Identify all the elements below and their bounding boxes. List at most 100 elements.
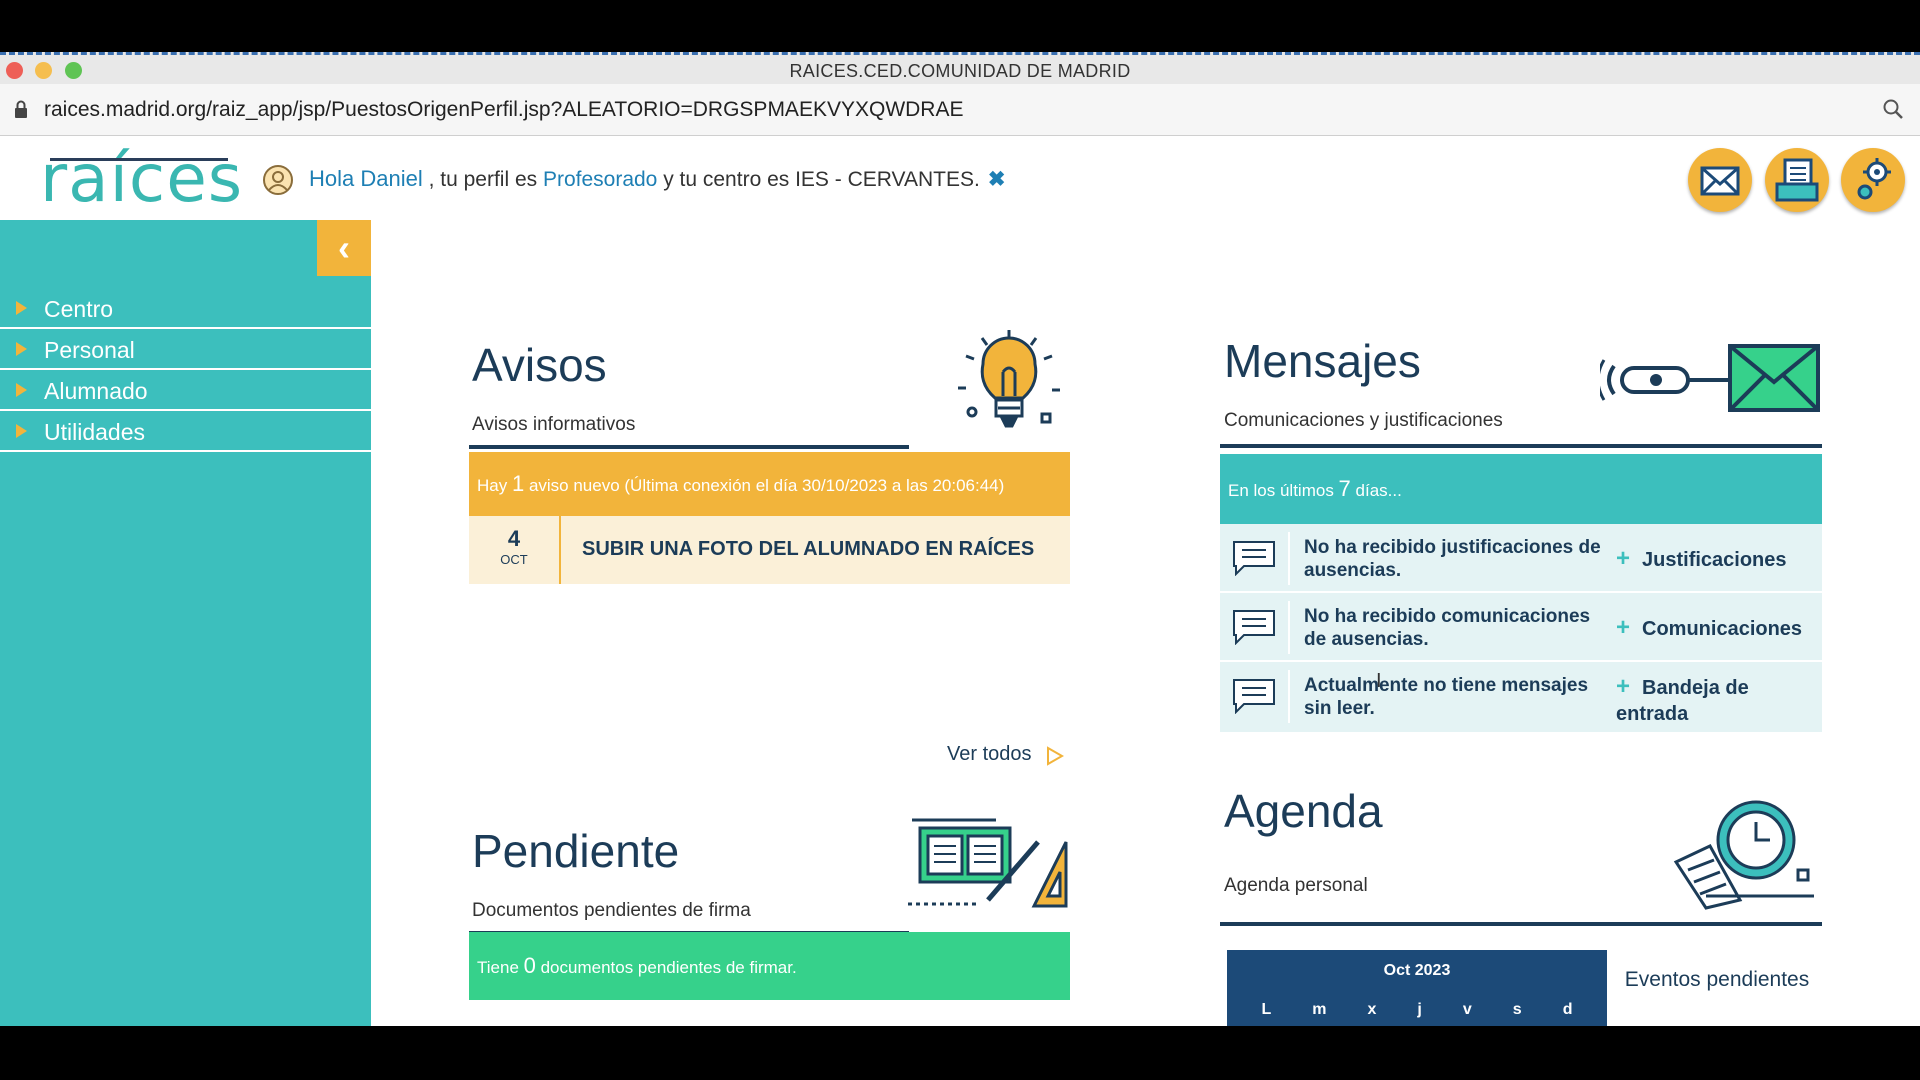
weekday-label: d [1562,1001,1573,1018]
pendiente-subtitle: Documentos pendientes de firma [472,900,751,921]
documents-icon [1775,158,1819,202]
weekday-label: j [1417,1001,1422,1018]
avisos-banner-count: 1 [511,471,525,496]
comunicaciones-link[interactable]: + Comunicaciones [1616,615,1816,642]
mensajes-banner-prefix: En los últimos [1228,481,1339,500]
avisos-banner-prefix: Hay [477,476,512,495]
plus-icon: + [1616,614,1631,641]
calendar-weekdays: L m x j v s d [1227,1001,1607,1019]
eventos-pendientes: Eventos pendientes [1624,968,1810,991]
agenda-title: Agenda [1224,785,1383,837]
sidebar-nav: Centro Personal Alumnado Utilidades [0,288,371,452]
user-avatar-icon [263,165,293,195]
logo-line [50,158,228,161]
play-arrow-icon[interactable] [1046,746,1064,766]
ver-todos-link[interactable]: Ver todos [947,743,1032,766]
aviso-day: 4 [507,526,521,551]
sidebar-item-label: Centro [44,296,114,322]
row-separator [1288,532,1290,585]
chat-bubble-icon [1233,541,1275,576]
clock-calendar-icon [1673,800,1814,910]
calendar-month: Oct 2023 [1383,962,1451,979]
weekday-label: v [1462,1001,1472,1018]
sidebar-item-label: Personal [44,337,135,363]
avisos-banner-suffix: aviso nuevo (Última conexión el día 30/1… [524,476,1005,495]
row-separator [1288,601,1290,654]
row-separator [1288,670,1290,723]
comunicaciones-link-label: Comunicaciones [1642,618,1803,640]
mensajes-row-text: Actualmente no tiene mensajes sin leer. [1304,675,1589,719]
text-cursor-icon: I [1376,670,1382,692]
greeting-profile-prefix: , tu perfil es [422,168,543,191]
mensajes-row: No ha recibido comunicaciones de ausenci… [1220,593,1822,662]
avisos-title: Avisos [472,339,607,391]
envelope-mouse-icon [1600,344,1820,412]
chat-bubble-icon [1233,610,1275,645]
mensajes-title: Mensajes [1224,335,1421,387]
sidebar-item-alumnado[interactable]: Alumnado [0,370,371,411]
greeting-profile[interactable]: Profesorado [543,168,657,191]
address-bar[interactable]: raices.madrid.org/raiz_app/jsp/PuestosOr… [0,84,1920,136]
sidebar-item-utilidades[interactable]: Utilidades [0,411,371,452]
app-header: raíces Hola Daniel , tu perfil es Profes… [0,136,1920,220]
window-titlebar: RAICES.CED.COMUNIDAD DE MADRID [0,52,1920,84]
pendiente-banner-prefix: Tiene [477,958,524,977]
weekday-label: m [1312,1001,1327,1018]
agenda-subtitle: Agenda personal [1224,875,1368,896]
avisos-underline [469,445,909,449]
greeting-center: y tu centro es IES - CERVANTES. [657,168,980,191]
gear-icon [1857,158,1891,200]
justificaciones-link[interactable]: + Justificaciones [1616,546,1816,573]
aviso-month: OCT [500,552,528,567]
aviso-date: 4 OCT [469,516,561,584]
avisos-subtitle: Avisos informativos [472,414,636,435]
sidebar-item-label: Alumnado [44,378,148,404]
lightbulb-icon [958,330,1060,428]
close-x-icon[interactable]: ✖ [988,168,1006,191]
logo-text: raíces [40,140,244,217]
aviso-title[interactable]: SUBIR UNA FOTO DEL ALUMNADO EN RAÍCES [582,538,1034,561]
mail-button[interactable] [1688,148,1752,212]
sidebar: ‹ Centro Personal Alumnado Utilidades [0,220,371,1026]
mensajes-underline [1220,444,1822,448]
avisos-banner: Hay 1 aviso nuevo (Última conexión el dí… [469,452,1070,516]
documents-button[interactable] [1765,148,1829,212]
mensajes-banner-suffix: días... [1350,481,1402,500]
lock-icon [15,100,27,118]
aviso-item[interactable]: 4 OCT SUBIR UNA FOTO DEL ALUMNADO EN RAÍ… [469,516,1070,584]
triangle-right-icon [16,301,27,315]
triangle-right-icon [16,342,27,356]
page: raíces Hola Daniel , tu perfil es Profes… [0,136,1920,1026]
mensajes-row-text: No ha recibido comunicaciones de ausenci… [1304,606,1591,650]
mini-calendar: Oct 2023 L m x j v s d [1227,950,1607,1026]
url-text[interactable]: raices.madrid.org/raiz_app/jsp/PuestosOr… [44,98,963,122]
mail-icon [1700,166,1740,196]
pendiente-banner: Tiene 0 documentos pendientes de firmar. [469,932,1070,1000]
sidebar-item-personal[interactable]: Personal [0,329,371,370]
chat-bubble-icon [1233,679,1275,714]
bandeja-entrada-link-label: Bandeja de entrada [1616,677,1749,725]
sidebar-item-centro[interactable]: Centro [0,288,371,329]
plus-icon: + [1616,545,1631,572]
weekday-label: x [1367,1001,1377,1018]
settings-button[interactable] [1841,148,1905,212]
weekday-label: s [1512,1001,1522,1018]
sidebar-item-label: Utilidades [44,419,145,445]
raices-logo[interactable]: raíces [40,140,243,217]
mensajes-banner: En los últimos 7 días... [1220,454,1822,524]
triangle-right-icon [16,383,27,397]
search-icon[interactable] [1882,98,1904,120]
pendiente-title: Pendiente [472,825,680,877]
pendiente-banner-count: 0 [523,953,536,978]
pendiente-banner-suffix: documentos pendientes de firmar. [535,958,797,977]
bandeja-entrada-link[interactable]: + Bandeja de entrada [1616,674,1816,727]
window-title: RAICES.CED.COMUNIDAD DE MADRID [789,61,1131,81]
screen-bottom-bar [0,1026,1920,1080]
mensajes-row: No ha recibido justificaciones de ausenc… [1220,524,1822,593]
sidebar-collapse-button[interactable]: ‹ [317,220,371,276]
mensajes-subtitle: Comunicaciones y justificaciones [1224,410,1503,431]
triangle-right-icon [16,424,27,438]
mensajes-row: Actualmente no tiene mensajes sin leer. … [1220,662,1822,734]
weekday-label: L [1261,1001,1272,1018]
greeting-name: Hola Daniel [309,166,423,191]
